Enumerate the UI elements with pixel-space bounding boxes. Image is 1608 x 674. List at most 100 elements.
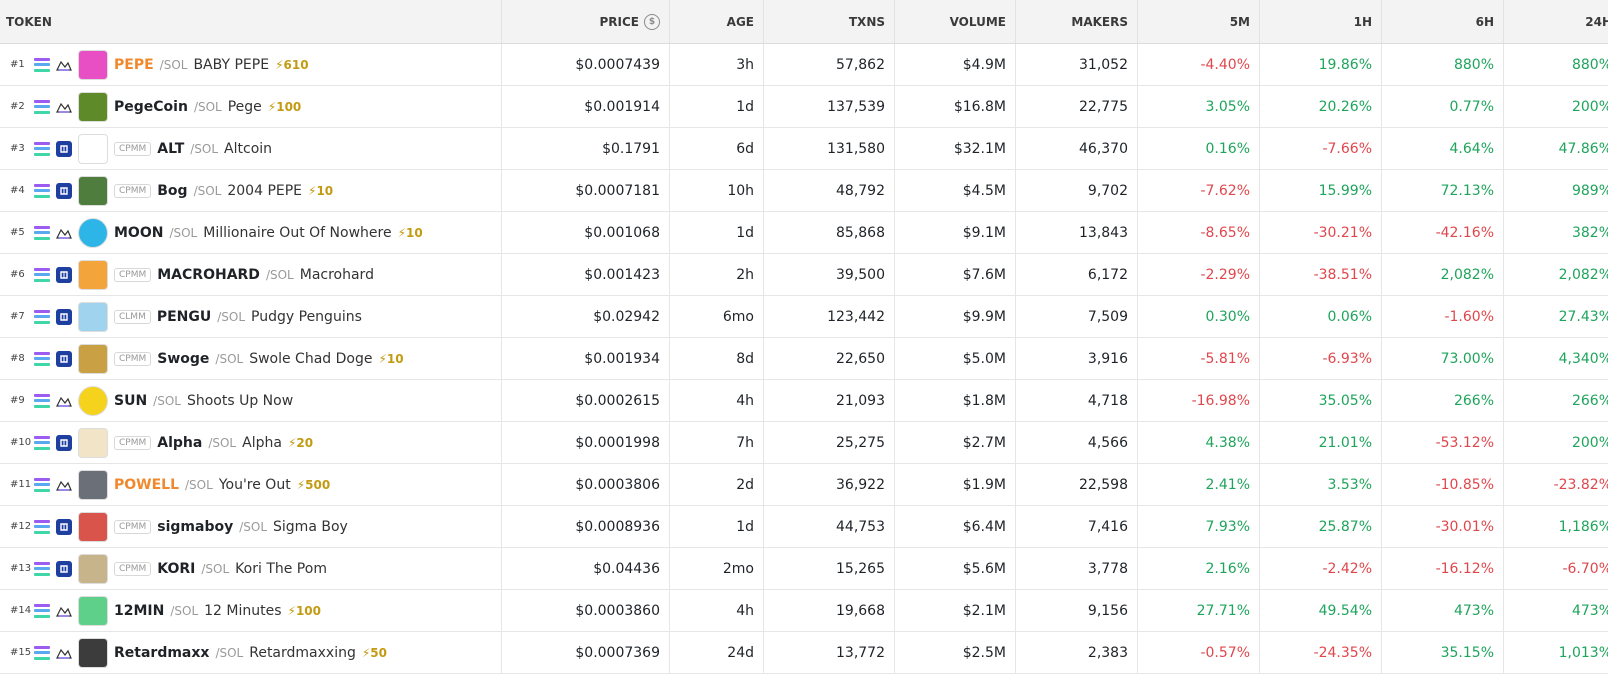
table-row[interactable]: #1 PEPE/SOL BABY PEPE ⚡610 $0.0007439 3h 57,86… <box>0 44 1608 86</box>
quote-pair: /SOL <box>185 477 213 492</box>
token-name: Altcoin <box>224 140 273 157</box>
col-header-token[interactable]: TOKEN <box>0 0 502 43</box>
volume-cell: $6.4M <box>895 506 1016 547</box>
raydium-icon <box>56 645 72 661</box>
solana-icon <box>34 141 50 156</box>
token-cell[interactable]: #4 CPMM Bog/SOL 2004 PEPE ⚡10 <box>0 170 502 211</box>
change-6h-cell: -16.12% <box>1382 548 1504 589</box>
solana-icon <box>34 477 50 492</box>
col-header-1h[interactable]: 1H <box>1260 0 1382 43</box>
quote-pair: /SOL <box>217 309 246 324</box>
table-row[interactable]: #5 MOON/SOL Millionaire Out Of Nowhere ⚡10 $… <box>0 212 1608 254</box>
token-cell[interactable]: #7 CLMM PENGU/SOL Pudgy Penguins <box>0 296 502 337</box>
token-cell[interactable]: #13 CPMM KORI/SOL Kori The Pom <box>0 548 502 589</box>
token-cell[interactable]: #8 CPMM Swoge/SOL Swole Chad Doge ⚡10 <box>0 338 502 379</box>
raydium-icon <box>56 393 72 409</box>
age-cell: 2mo <box>670 548 764 589</box>
change-24h-cell: 880% <box>1571 56 1608 73</box>
token-cell[interactable]: #12 CPMM sigmaboy/SOL Sigma Boy <box>0 506 502 547</box>
change-5m-cell: 0.16% <box>1138 128 1260 169</box>
change-1h-cell: 3.53% <box>1260 464 1382 505</box>
token-cell[interactable]: #14 12MIN/SOL 12 Minutes ⚡100 <box>0 590 502 631</box>
change-1h-cell: 19.86% <box>1260 44 1382 85</box>
table-row[interactable]: #12 CPMM sigmaboy/SOL Sigma Boy $0.0008936 1d… <box>0 506 1608 548</box>
boost-badge: ⚡50 <box>361 645 387 660</box>
table-row[interactable]: #8 CPMM Swoge/SOL Swole Chad Doge ⚡10 $0.0019… <box>0 338 1608 380</box>
age-cell: 7h <box>670 422 764 463</box>
change-6h-cell: 72.13% <box>1382 170 1504 211</box>
price-cell: $0.001423 <box>502 254 670 295</box>
change-24h-cell: -23.82% <box>1553 476 1608 493</box>
token-cell[interactable]: #11 POWELL/SOL You're Out ⚡500 <box>0 464 502 505</box>
raydium-icon <box>56 225 72 241</box>
volume-cell: $9.9M <box>895 296 1016 337</box>
col-header-5m[interactable]: 5M <box>1138 0 1260 43</box>
quote-pair: /SOL <box>159 57 188 72</box>
token-cell[interactable]: #3 CPMM ALT/SOL Altcoin <box>0 128 502 169</box>
rank: #4 <box>10 185 25 196</box>
solana-icon <box>34 393 50 408</box>
age-cell: 6d <box>670 128 764 169</box>
table-row[interactable]: #4 CPMM Bog/SOL 2004 PEPE ⚡10 $0.0007181 10h 48… <box>0 170 1608 212</box>
table-row[interactable]: #7 CLMM PENGU/SOL Pudgy Penguins $0.02942 6mo… <box>0 296 1608 338</box>
table-row[interactable]: #10 CPMM Alpha/SOL Alpha ⚡20 $0.0001998 7h 25,2… <box>0 422 1608 464</box>
table-row[interactable]: #11 POWELL/SOL You're Out ⚡500 $0.0003806 2d 3… <box>0 464 1608 506</box>
price-cell: $0.001068 <box>502 212 670 253</box>
col-header-age[interactable]: AGE <box>670 0 764 43</box>
volume-cell: $5.0M <box>895 338 1016 379</box>
col-header-24h[interactable]: 24H <box>1504 0 1608 43</box>
col-header-volume[interactable]: VOLUME <box>895 0 1016 43</box>
dollar-icon[interactable]: $ <box>644 13 660 30</box>
change-5m-cell: 0.30% <box>1138 296 1260 337</box>
makers-cell: 4,566 <box>1016 422 1138 463</box>
volume-cell: $16.8M <box>895 86 1016 127</box>
change-6h-cell: -1.60% <box>1382 296 1504 337</box>
token-avatar <box>78 595 108 626</box>
dex-icon <box>56 266 72 283</box>
change-24h-cell: 989% <box>1571 182 1608 199</box>
token-cell[interactable]: #15 Retardmaxx/SOL Retardmaxxing ⚡50 <box>0 632 502 673</box>
volume-cell: $4.5M <box>895 170 1016 211</box>
token-cell[interactable]: #1 PEPE/SOL BABY PEPE ⚡610 <box>0 44 502 85</box>
age-cell: 3h <box>670 44 764 85</box>
token-cell[interactable]: #9 SUN/SOL Shoots Up Now <box>0 380 502 421</box>
quote-pair: /SOL <box>215 645 244 660</box>
table-row[interactable]: #6 CPMM MACROHARD/SOL Macrohard $0.001423 2h 3… <box>0 254 1608 296</box>
table-row[interactable]: #2 PegeCoin/SOL Pege ⚡100 $0.001914 1d 137,539… <box>0 86 1608 128</box>
token-table: TOKEN PRICE $ AGE TXNS VOLUME MAKERS 5M 1… <box>0 0 1608 674</box>
col-header-6h[interactable]: 6H <box>1382 0 1504 43</box>
table-row[interactable]: #13 CPMM KORI/SOL Kori The Pom $0.04436 2mo 15… <box>0 548 1608 590</box>
col-header-price[interactable]: PRICE $ <box>502 0 670 43</box>
token-cell[interactable]: #2 PegeCoin/SOL Pege ⚡100 <box>0 86 502 127</box>
age-cell: 24d <box>670 632 764 673</box>
pool-type-badge: CPMM <box>114 183 152 198</box>
token-avatar <box>78 511 108 542</box>
txns-cell: 22,650 <box>764 338 895 379</box>
age-cell: 1d <box>670 506 764 547</box>
token-symbol: Retardmaxx <box>114 644 210 661</box>
pool-type-badge: CPMM <box>114 141 152 156</box>
txns-cell: 44,753 <box>764 506 895 547</box>
token-cell[interactable]: #10 CPMM Alpha/SOL Alpha ⚡20 <box>0 422 502 463</box>
pool-type-badge: CPMM <box>114 519 152 534</box>
col-header-makers[interactable]: MAKERS <box>1016 0 1138 43</box>
token-name: Alpha <box>242 434 282 451</box>
change-1h-cell: -7.66% <box>1260 128 1382 169</box>
rank: #15 <box>10 647 32 658</box>
table-row[interactable]: #14 12MIN/SOL 12 Minutes ⚡100 $0.0003860 4h 19… <box>0 590 1608 632</box>
table-row[interactable]: #3 CPMM ALT/SOL Altcoin $0.1791 6d 131,580 $32.… <box>0 128 1608 170</box>
solana-icon <box>34 57 50 72</box>
raydium-icon <box>56 603 72 619</box>
token-symbol: MACROHARD <box>157 266 260 283</box>
price-cell: $0.04436 <box>502 548 670 589</box>
col-header-txns[interactable]: TXNS <box>764 0 895 43</box>
dex-icon <box>56 560 72 577</box>
token-avatar <box>78 259 108 290</box>
token-cell[interactable]: #6 CPMM MACROHARD/SOL Macrohard <box>0 254 502 295</box>
quote-pair: /SOL <box>208 435 237 450</box>
age-cell: 10h <box>670 170 764 211</box>
dex-icon <box>56 308 72 325</box>
rank: #7 <box>10 311 25 322</box>
table-row[interactable]: #9 SUN/SOL Shoots Up Now $0.0002615 4h 21,093… <box>0 380 1608 422</box>
token-cell[interactable]: #5 MOON/SOL Millionaire Out Of Nowhere ⚡10 <box>0 212 502 253</box>
